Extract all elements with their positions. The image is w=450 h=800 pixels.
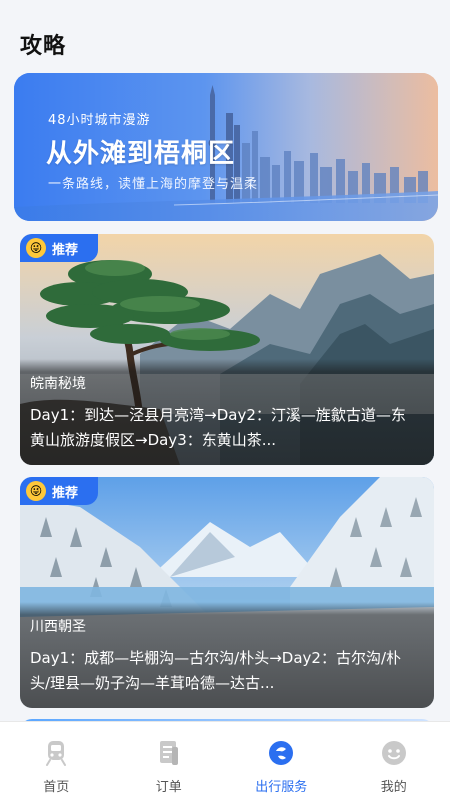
card-route: Day1：成都—毕棚沟—古尔沟/朴头→Day2：古尔沟/朴头/理县—奶子沟—羊茸… [30,649,402,692]
emoji-icon: 😜 [26,481,46,501]
card-chuanxi-route[interactable]: 😜 推荐 川西朝圣 Day1：成都—毕棚沟—古尔沟/朴头→Day2：古尔沟/朴头… [20,477,434,708]
profile-icon [381,741,406,765]
travel-service-icon [269,741,294,765]
train-icon [46,741,67,766]
page-title: 攻略 [20,34,67,59]
tab-home[interactable]: 首页 [0,722,113,800]
recommend-badge: 😜 推荐 [20,234,98,262]
card-region: 川西朝圣 [30,619,86,635]
strategy-page: 攻略 48小时城市漫游 从外滩到梧桐区 一条路线，读懂上海的摩登与温柔 😜 推荐… [0,0,450,800]
emoji-icon: 😜 [26,238,46,258]
tab-label: 订单 [155,780,182,795]
tab-travel-service[interactable]: 出行服务 [225,722,338,800]
tab-label: 出行服务 [255,780,308,795]
order-icon [159,741,178,765]
tab-label: 我的 [380,780,407,795]
card-wannan-route[interactable]: 😜 推荐 皖南秘境 Day1：到达—泾县月亮湾→Day2：汀溪—旌歙古道—东黄山… [20,234,434,465]
card-region: 皖南秘境 [30,376,86,392]
badge-label: 推荐 [52,485,79,501]
banner-subtitle: 48小时城市漫游 [48,113,151,128]
banner-shanghai-route[interactable]: 48小时城市漫游 从外滩到梧桐区 一条路线，读懂上海的摩登与温柔 [14,73,438,221]
tab-orders[interactable]: 订单 [113,722,226,800]
banner-title: 从外滩到梧桐区 [46,139,236,169]
tab-label: 首页 [43,780,70,795]
banner-description: 一条路线，读懂上海的摩登与温柔 [48,177,259,192]
recommend-badge: 😜 推荐 [20,477,98,505]
badge-label: 推荐 [52,242,79,258]
tab-profile[interactable]: 我的 [338,722,450,800]
card-route: Day1：到达—泾县月亮湾→Day2：汀溪—旌歙古道—东黄山旅游度假区→Day3… [30,406,406,449]
bottom-tab-bar: 首页 订单 出行服务 我的 [0,721,450,800]
